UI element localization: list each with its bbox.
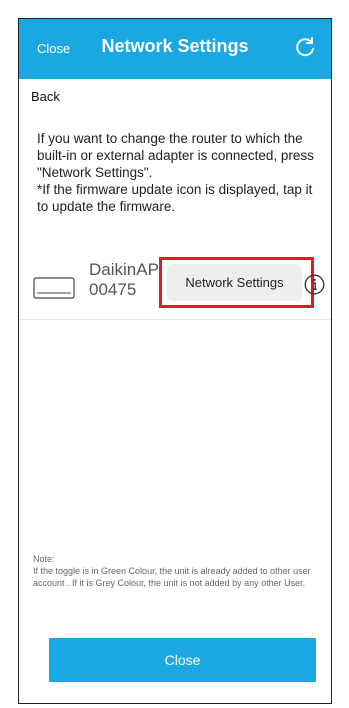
- close-button[interactable]: Close: [49, 638, 316, 682]
- instructions-text: If you want to change the router to whic…: [37, 131, 314, 214]
- info-icon[interactable]: [304, 274, 325, 295]
- device-name: DaikinAP 00475: [89, 260, 159, 299]
- device-row: DaikinAP 00475 Network Settings: [19, 249, 331, 320]
- app-screen: Close Network Settings Back If you want …: [18, 18, 332, 704]
- back-link[interactable]: Back: [31, 89, 60, 104]
- air-conditioner-icon: [33, 277, 75, 299]
- note-text: Note: If the toggle is in Green Colour, …: [33, 554, 311, 588]
- page-title: Network Settings: [101, 36, 249, 56]
- header-bar: Close Network Settings: [19, 19, 331, 79]
- network-settings-button[interactable]: Network Settings: [167, 264, 302, 301]
- refresh-icon[interactable]: [293, 35, 317, 59]
